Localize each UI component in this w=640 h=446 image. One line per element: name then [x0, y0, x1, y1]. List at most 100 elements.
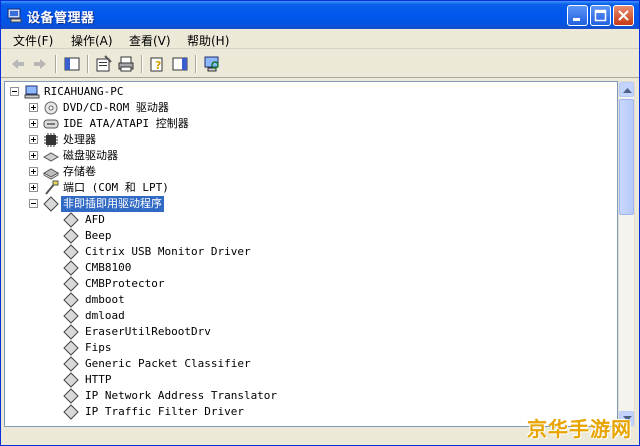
window-title: 设备管理器 — [27, 11, 95, 26]
computer-icon — [24, 85, 40, 99]
cdrom-icon — [44, 101, 58, 115]
toolbar: ? — [1, 50, 639, 78]
tree-category[interactable]: DVD/CD-ROM 驱动器 — [29, 100, 329, 116]
minimize-button[interactable] — [567, 5, 588, 26]
tree-device[interactable]: AFD — [63, 212, 363, 228]
tree-category[interactable]: IDE ATA/ATAPI 控制器 — [29, 116, 329, 132]
device-manager-icon — [7, 8, 22, 23]
device-label: HTTP — [85, 373, 112, 386]
toolbar-separator — [141, 55, 143, 73]
close-icon — [618, 10, 629, 21]
device-manager-window: 设备管理器 文件(F) 操作(A) 查看(V) 帮助(H) ? RICAHUAN… — [0, 0, 640, 446]
driver-icon — [63, 404, 79, 420]
device-label: Generic Packet Classifier — [85, 357, 251, 370]
driver-icon — [63, 340, 79, 356]
device-label: IP Traffic Filter Driver — [85, 405, 244, 418]
collapse-toggle[interactable] — [10, 87, 19, 96]
driver-icon — [63, 260, 79, 276]
scan-hardware-icon[interactable] — [203, 55, 221, 73]
expand-toggle[interactable] — [29, 119, 38, 128]
driver-icon — [63, 212, 79, 228]
category-label: 端口 (COM 和 LPT) — [63, 181, 169, 194]
tree-category[interactable]: 存储卷 — [29, 164, 329, 180]
category-label: IDE ATA/ATAPI 控制器 — [63, 117, 189, 130]
close-button[interactable] — [613, 5, 634, 26]
ide-controller-icon — [43, 119, 59, 129]
tree-device[interactable]: Beep — [63, 228, 363, 244]
device-label: CMBProtector — [85, 277, 165, 290]
menu-help[interactable]: 帮助(H) — [187, 32, 229, 49]
device-label: Beep — [85, 229, 112, 242]
device-label: Fips — [85, 341, 112, 354]
minimize-icon — [573, 18, 580, 21]
menu-action[interactable]: 操作(A) — [71, 32, 113, 49]
tree-device[interactable]: dmload — [63, 308, 363, 324]
expand-toggle[interactable] — [29, 151, 38, 160]
toolbar-separator — [87, 55, 89, 73]
expand-toggle[interactable] — [29, 103, 38, 112]
tree-root[interactable]: RICAHUANG-PC — [10, 84, 310, 100]
device-label: AFD — [85, 213, 105, 226]
tree-device[interactable]: CMBProtector — [63, 276, 363, 292]
watermark: 京华手游网 — [527, 417, 632, 441]
category-label-selected: 非即插即用驱动程序 — [61, 196, 164, 212]
back-icon[interactable] — [9, 55, 27, 73]
menu-bar: 文件(F) 操作(A) 查看(V) 帮助(H) — [1, 29, 639, 49]
expand-toggle[interactable] — [29, 167, 38, 176]
help-icon[interactable]: ? — [149, 55, 167, 73]
scrollbar-thumb[interactable] — [619, 99, 634, 215]
forward-icon[interactable] — [31, 55, 49, 73]
driver-icon — [63, 276, 79, 292]
tree-category[interactable]: 端口 (COM 和 LPT) — [29, 180, 329, 196]
tree-device[interactable]: Fips — [63, 340, 363, 356]
driver-icon — [63, 308, 79, 324]
category-label: 磁盘驱动器 — [63, 149, 118, 162]
menu-file[interactable]: 文件(F) — [13, 32, 53, 49]
driver-icon — [63, 324, 79, 340]
properties-icon[interactable] — [95, 55, 113, 73]
driver-icon — [63, 372, 79, 388]
tree-device[interactable]: IP Traffic Filter Driver — [63, 404, 363, 420]
toolbar-separator — [195, 55, 197, 73]
scroll-up-button[interactable] — [619, 82, 634, 97]
svg-text:?: ? — [155, 59, 161, 72]
tree-device[interactable]: Generic Packet Classifier — [63, 356, 363, 372]
toolbar-separator — [55, 55, 57, 73]
processor-icon — [44, 133, 58, 147]
computer-name: RICAHUANG-PC — [44, 85, 124, 98]
arrow-up-icon — [623, 88, 632, 93]
expand-toggle[interactable] — [29, 135, 38, 144]
tree-device[interactable]: Citrix USB Monitor Driver — [63, 244, 363, 260]
show-hide-action-pane-icon[interactable] — [171, 55, 189, 73]
vertical-scrollbar[interactable] — [618, 81, 635, 427]
driver-icon — [63, 388, 79, 404]
maximize-button[interactable] — [590, 5, 611, 26]
device-label: dmboot — [85, 293, 125, 306]
driver-icon — [63, 292, 79, 308]
device-label: EraserUtilRebootDrv — [85, 325, 211, 338]
storage-volume-icon — [43, 168, 59, 180]
tree-device[interactable]: dmboot — [63, 292, 363, 308]
tree-device[interactable]: HTTP — [63, 372, 363, 388]
tree-device[interactable]: CMB8100 — [63, 260, 363, 276]
driver-icon — [63, 228, 79, 244]
expand-toggle[interactable] — [29, 183, 38, 192]
menu-view[interactable]: 查看(V) — [129, 32, 171, 49]
tree-category[interactable]: 磁盘驱动器 — [29, 148, 329, 164]
tree-device[interactable]: EraserUtilRebootDrv — [63, 324, 363, 340]
print-icon[interactable] — [117, 55, 135, 73]
driver-icon — [63, 244, 79, 260]
device-tree[interactable]: RICAHUANG-PC DVD/CD-ROM 驱动器 IDE ATA/ATAP… — [4, 81, 618, 427]
device-label: dmload — [85, 309, 125, 322]
maximize-icon — [594, 9, 607, 22]
category-label: 处理器 — [63, 133, 96, 146]
tree-category-expanded[interactable]: 非即插即用驱动程序 — [29, 196, 329, 212]
driver-icon — [43, 196, 59, 212]
driver-icon — [63, 356, 79, 372]
show-hide-console-tree-icon[interactable] — [63, 55, 81, 73]
disk-drive-icon — [43, 152, 59, 162]
tree-category[interactable]: 处理器 — [29, 132, 329, 148]
title-bar[interactable]: 设备管理器 — [1, 1, 639, 29]
tree-device[interactable]: IP Network Address Translator — [63, 388, 363, 404]
collapse-toggle[interactable] — [29, 199, 38, 208]
